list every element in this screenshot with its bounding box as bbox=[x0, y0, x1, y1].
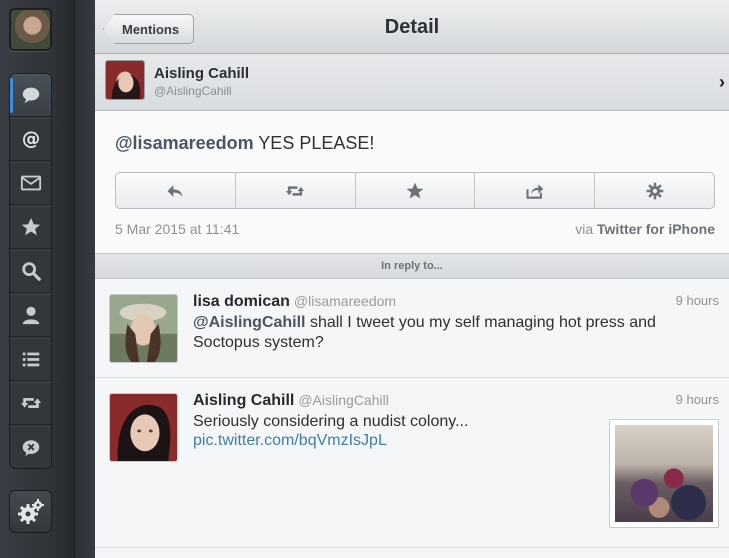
settings-button[interactable] bbox=[9, 490, 52, 533]
detail-panel: Mentions Detail Aisling Cahill @AislingC… bbox=[95, 0, 729, 558]
star-icon bbox=[21, 217, 40, 236]
sidebar: @ bbox=[0, 0, 74, 558]
sidebar-item-favorites[interactable] bbox=[10, 206, 51, 249]
sidebar-nav: @ bbox=[9, 73, 52, 469]
avatar bbox=[109, 294, 178, 363]
tweet-actions bbox=[115, 172, 715, 209]
list-item[interactable]: Aisling Cahill @AislingCahill 9 hours Ser… bbox=[95, 378, 729, 548]
author-handle: @AislingCahill bbox=[154, 84, 232, 98]
reply-author-handle: @AislingCahill bbox=[298, 392, 389, 408]
sidebar-item-lists[interactable] bbox=[10, 338, 51, 381]
reply-icon bbox=[167, 184, 183, 197]
sidebar-item-muted[interactable] bbox=[10, 426, 51, 468]
share-button[interactable] bbox=[475, 173, 596, 208]
reply-author: Aisling Cahill @AislingCahill bbox=[193, 392, 389, 410]
sidebar-item-timeline[interactable] bbox=[10, 74, 51, 117]
in-reply-to-header: In reply to... bbox=[95, 253, 729, 279]
reply-author-name: lisa domican bbox=[193, 293, 290, 310]
reply-button[interactable] bbox=[116, 173, 236, 208]
tweet-body: YES PLEASE! bbox=[253, 133, 375, 153]
share-icon bbox=[526, 183, 544, 199]
gears-icon bbox=[17, 498, 44, 524]
reply-mention[interactable]: @AislingCahill bbox=[193, 314, 306, 331]
tweet-detail: @lisamareedom YES PLEASE! 5 Mar 2015 at … bbox=[95, 111, 729, 253]
tweet-mention[interactable]: @lisamareedom bbox=[115, 133, 254, 153]
sidebar-item-search[interactable] bbox=[10, 250, 51, 293]
envelope-icon bbox=[20, 175, 41, 191]
thumbnail-photo bbox=[615, 425, 713, 522]
sidebar-item-mentions[interactable]: @ bbox=[10, 118, 51, 161]
blocked-bubble-icon bbox=[22, 439, 39, 456]
tweet-text: @lisamareedom YES PLEASE! bbox=[115, 133, 374, 154]
svg-text:@: @ bbox=[21, 129, 39, 150]
sidebar-item-retweets[interactable] bbox=[10, 382, 51, 425]
tweet-timestamp: 5 Mar 2015 at 11:41 bbox=[115, 221, 240, 237]
reply-time: 9 hours bbox=[675, 293, 719, 308]
sidebar-item-messages[interactable] bbox=[10, 162, 51, 205]
retweet-icon bbox=[20, 397, 41, 409]
image-thumbnail[interactable] bbox=[609, 419, 719, 528]
reply-time: 9 hours bbox=[675, 392, 719, 407]
favorite-star-icon bbox=[406, 182, 424, 198]
speech-bubble-icon bbox=[22, 87, 39, 104]
gear-icon bbox=[646, 182, 663, 199]
page-title: Detail bbox=[384, 16, 440, 38]
sidebar-item-profile[interactable] bbox=[10, 294, 51, 337]
via-prefix: via bbox=[575, 221, 598, 237]
retweet-button[interactable] bbox=[236, 173, 356, 208]
reply-author: lisa domican @lisamareedom bbox=[193, 293, 396, 311]
list-item[interactable]: lisa domican @lisamareedom 9 hours @Aisli… bbox=[95, 279, 729, 378]
reply-text: @AislingCahill shall I tweet you my self… bbox=[193, 313, 703, 353]
sidebar-divider bbox=[74, 0, 95, 558]
favorite-button[interactable] bbox=[356, 173, 476, 208]
author-row[interactable]: Aisling Cahill @AislingCahill › bbox=[95, 54, 729, 111]
at-sign-icon: @ bbox=[21, 129, 39, 150]
search-icon bbox=[21, 262, 41, 281]
navigation-bar: Mentions Detail bbox=[95, 0, 729, 54]
person-icon bbox=[22, 306, 39, 325]
reply-author-name: Aisling Cahill bbox=[193, 392, 295, 409]
tweet-source: via Twitter for iPhone bbox=[575, 221, 715, 237]
author-name: Aisling Cahill bbox=[154, 65, 250, 82]
chevron-right-icon: › bbox=[719, 72, 725, 92]
reply-author-handle: @lisamareedom bbox=[293, 293, 397, 309]
via-client[interactable]: Twitter for iPhone bbox=[597, 221, 715, 237]
more-settings-button[interactable] bbox=[595, 173, 714, 208]
tweet-link[interactable]: pic.twitter.com/bqVmzIsJpL bbox=[193, 432, 387, 450]
retweet-icon bbox=[286, 185, 305, 196]
author-avatar bbox=[105, 60, 145, 100]
avatar bbox=[109, 393, 178, 462]
list-icon bbox=[22, 352, 39, 367]
current-user-avatar[interactable] bbox=[9, 8, 52, 51]
